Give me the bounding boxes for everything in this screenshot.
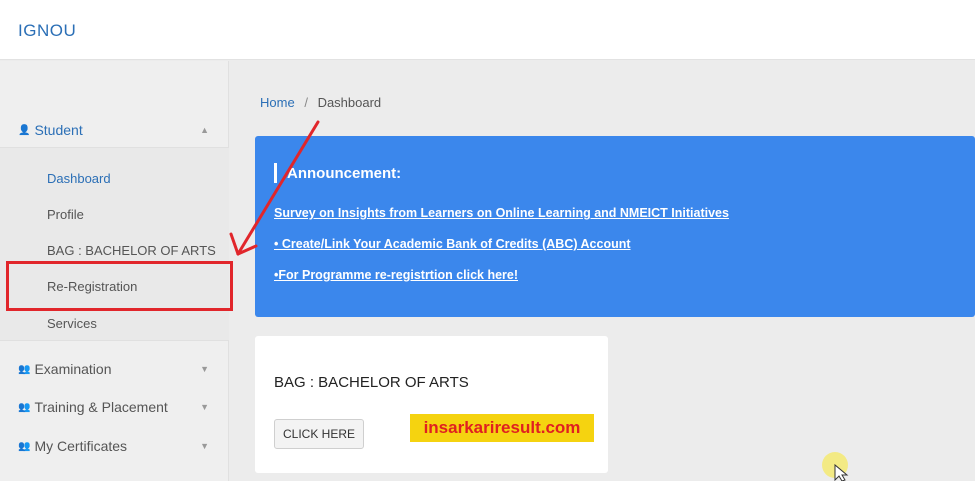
programme-card: BAG : BACHELOR OF ARTS CLICK HERE xyxy=(255,336,608,473)
breadcrumb-current: Dashboard xyxy=(317,95,382,110)
chevron-down-icon: ▼ xyxy=(200,402,209,412)
sidebar-item-label: Student xyxy=(34,122,83,138)
re-registration-highlight xyxy=(6,261,233,311)
breadcrumb-separator: / xyxy=(304,95,308,110)
sidebar-item-my-certificates[interactable]: 👥 My Certificates ▼ xyxy=(0,431,229,461)
announcement-accent-bar xyxy=(274,163,277,183)
announcement-title: Announcement: xyxy=(287,165,402,182)
sidebar-item-dashboard[interactable]: Dashboard xyxy=(47,171,111,186)
sidebar-item-services[interactable]: Services xyxy=(47,316,97,331)
users-icon: 👥 xyxy=(18,440,31,452)
sidebar-item-examination[interactable]: 👥 Examination ▼ xyxy=(0,354,229,384)
chevron-up-icon: ▲ xyxy=(200,125,209,135)
sidebar-item-label: Training & Placement xyxy=(34,399,168,415)
programme-title: BAG : BACHELOR OF ARTS xyxy=(274,374,469,391)
sidebar-item-label: Examination xyxy=(34,361,112,377)
breadcrumb-home[interactable]: Home xyxy=(260,95,295,110)
sidebar-item-training-placement[interactable]: 👥 Training & Placement ▼ xyxy=(0,392,229,422)
users-icon: 👥 xyxy=(18,401,31,413)
top-bar: IGNOU xyxy=(0,0,975,60)
re-registration-link[interactable]: •For Programme re-registrtion click here… xyxy=(274,268,518,282)
click-here-button[interactable]: CLICK HERE xyxy=(274,419,364,449)
chevron-down-icon: ▼ xyxy=(200,441,209,451)
sidebar-item-student[interactable]: 👤 Student ▲ xyxy=(0,115,229,145)
mouse-cursor-icon xyxy=(822,452,849,481)
sidebar-item-programme[interactable]: BAG : BACHELOR OF ARTS xyxy=(47,243,216,258)
brand-logo[interactable]: IGNOU xyxy=(18,21,76,41)
watermark: insarkariresult.com xyxy=(410,414,594,442)
sidebar-item-profile[interactable]: Profile xyxy=(47,207,84,222)
survey-link[interactable]: Survey on Insights from Learners on Onli… xyxy=(274,206,729,220)
abc-account-link[interactable]: • Create/Link Your Academic Bank of Cred… xyxy=(274,237,631,251)
user-icon: 👤 xyxy=(18,124,31,136)
chevron-down-icon: ▼ xyxy=(200,364,209,374)
announcement-panel: Announcement: Survey on Insights from Le… xyxy=(255,136,975,317)
users-icon: 👥 xyxy=(18,363,31,375)
breadcrumb: Home / Dashboard xyxy=(260,95,381,110)
sidebar-item-label: My Certificates xyxy=(34,438,128,454)
student-submenu: Dashboard Profile BAG : BACHELOR OF ARTS… xyxy=(0,147,229,341)
